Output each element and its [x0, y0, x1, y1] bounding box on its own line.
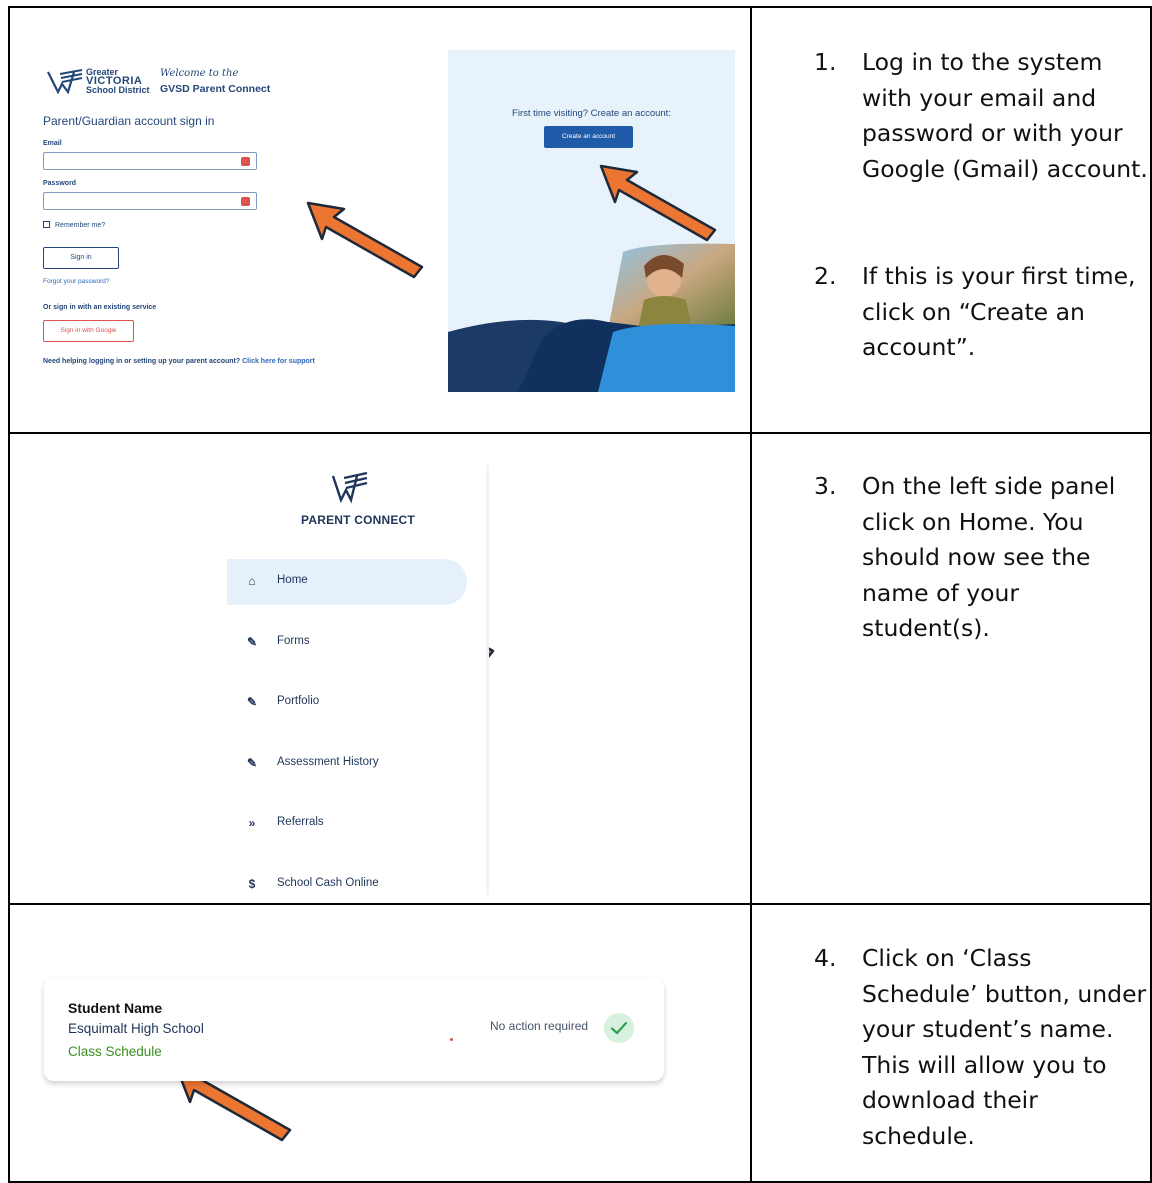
home-icon: ⌂ — [248, 574, 256, 588]
remember-checkbox[interactable] — [43, 221, 50, 228]
gvsd-logo-icon — [47, 69, 83, 94]
email-label: Email — [43, 140, 62, 147]
nav-shadow — [486, 465, 489, 895]
pen-icon: ✎ — [246, 695, 258, 709]
portal-name: GVSD Parent Connect — [160, 83, 271, 95]
signin-heading: Parent/Guardian account sign in — [43, 114, 215, 128]
remember-me[interactable]: Remember me? — [43, 221, 105, 229]
support-link[interactable]: Click here for support — [242, 358, 315, 365]
student-name: Student Name — [68, 1000, 163, 1016]
nav-item-home[interactable]: ⌂ Home — [227, 559, 467, 605]
nav-item-portfolio[interactable]: ✎ Portfolio — [227, 680, 467, 726]
arrow-pointer-icon — [306, 201, 424, 279]
table-divider-vertical — [750, 6, 752, 1183]
indicator-dot — [450, 1038, 453, 1041]
nav-screenshot: PARENT CONNECT ⌂ Home ✎ Forms ✎ Portfoli… — [227, 465, 489, 895]
nav-item-referrals[interactable]: » Referrals — [227, 801, 467, 847]
school-name: Esquimalt High School — [68, 1021, 204, 1036]
decorative-waves — [448, 243, 735, 392]
status-text: No action required — [490, 1019, 589, 1033]
password-manager-icon — [241, 157, 250, 166]
password-manager-icon — [241, 197, 250, 206]
first-time-text: First time visiting? Create an account: — [512, 108, 671, 119]
arrow-pointer-icon — [599, 164, 717, 242]
google-signin-button[interactable]: Sign in with Google — [43, 320, 134, 342]
student-card: Student Name Esquimalt High School Class… — [44, 977, 664, 1081]
nav-item-school-cash-online[interactable]: $ School Cash Online — [227, 862, 467, 908]
password-field[interactable] — [43, 192, 257, 210]
dollar-icon: $ — [248, 877, 256, 891]
forgot-password-link[interactable]: Forgot your password? — [43, 278, 109, 285]
nav-item-forms[interactable]: ✎ Forms — [227, 620, 467, 666]
pen-icon: ✎ — [246, 635, 258, 649]
email-field[interactable] — [43, 152, 257, 170]
table-divider-row2 — [8, 903, 1152, 905]
parent-connect-title: PARENT CONNECT — [301, 513, 415, 527]
pen-icon: ✎ — [246, 756, 258, 770]
nav-item-assessment-history[interactable]: ✎ Assessment History — [227, 741, 467, 787]
class-schedule-link[interactable]: Class Schedule — [68, 1044, 162, 1059]
parent-connect-logo-icon — [331, 471, 368, 504]
district-name: Greater VICTORIA School District — [86, 67, 150, 95]
table-divider-row1 — [8, 432, 1152, 434]
support-text: Need helping logging in or setting up yo… — [43, 358, 315, 365]
create-account-button[interactable]: Create an account — [544, 126, 633, 148]
existing-service-label: Or sign in with an existing service — [43, 304, 157, 311]
password-label: Password — [43, 180, 77, 187]
check-icon — [604, 1013, 634, 1043]
signin-button[interactable]: Sign in — [43, 247, 119, 269]
double-chevron-icon: » — [248, 816, 256, 830]
welcome-text: Welcome to the — [160, 68, 239, 79]
